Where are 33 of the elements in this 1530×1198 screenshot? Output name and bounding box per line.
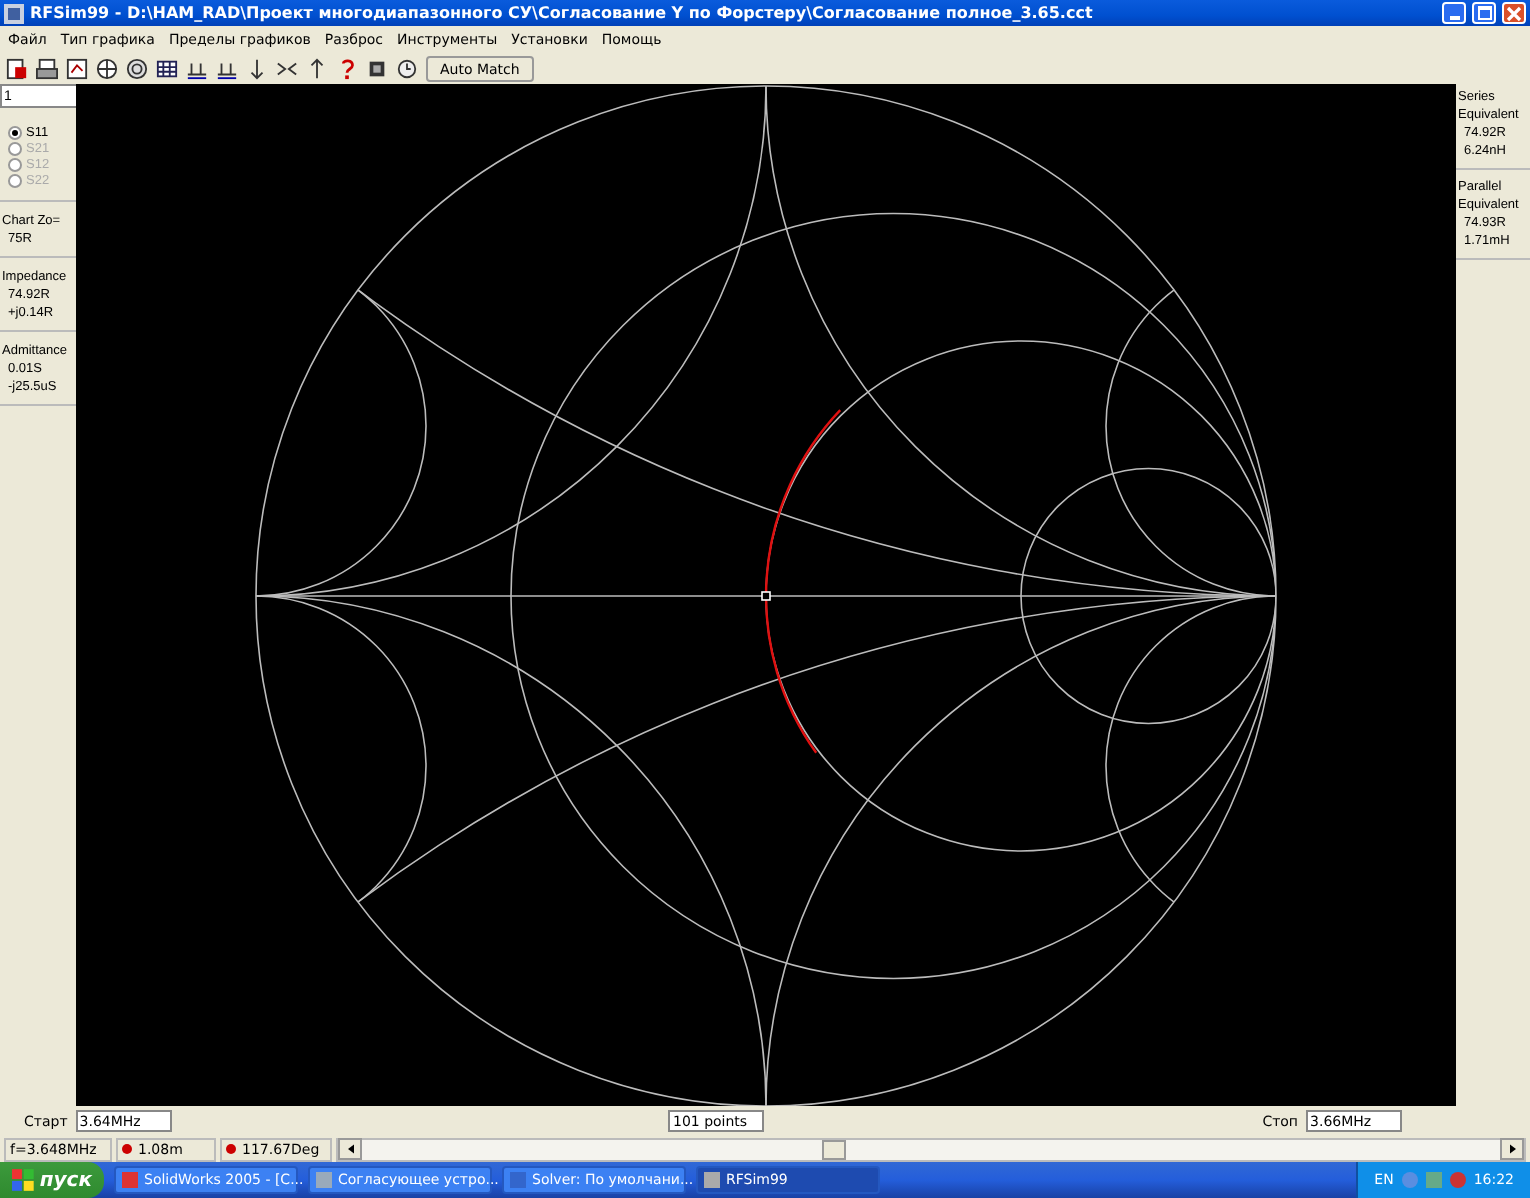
printer-icon[interactable]	[36, 58, 58, 80]
crosshair-icon[interactable]	[96, 58, 118, 80]
app-icon	[4, 3, 24, 23]
windows-logo-icon	[12, 1168, 34, 1192]
app-icon	[510, 1172, 526, 1188]
down-arrow-icon[interactable]	[246, 58, 268, 80]
maximize-button[interactable]	[1472, 2, 1496, 24]
radio-button[interactable]	[8, 126, 22, 140]
left-arrow-icon	[347, 1144, 353, 1154]
file-icon[interactable]	[6, 58, 28, 80]
app-icon	[122, 1172, 138, 1188]
grid-circle-icon[interactable]	[126, 58, 148, 80]
table-icon[interactable]	[156, 58, 178, 80]
up-arrow-icon[interactable]	[306, 58, 328, 80]
close-button[interactable]	[1502, 2, 1526, 24]
chart-icon[interactable]	[66, 58, 88, 80]
scale-icon[interactable]	[186, 58, 208, 80]
scroll-thumb[interactable]	[822, 1140, 846, 1160]
window-title: RFSim99 - D:\HAM_RAD\Проект многодиапазонного СУ\Согласование Y по Форстеру\Согласование полное_3.65.cct	[30, 4, 1095, 22]
app-icon	[704, 1172, 720, 1188]
app-icon	[316, 1172, 332, 1188]
narrow-icon[interactable]	[276, 58, 298, 80]
scale-icon[interactable]	[216, 58, 238, 80]
marker-point	[761, 591, 771, 601]
status-dot-icon	[122, 1144, 132, 1154]
help-icon[interactable]	[336, 58, 358, 80]
right-arrow-icon	[1509, 1144, 1515, 1154]
start-button[interactable]: пуск	[0, 1162, 104, 1198]
status-dot-icon	[226, 1144, 236, 1154]
scroll-right-button[interactable]	[1500, 1138, 1524, 1160]
horizontal-scrollbar[interactable]	[336, 1137, 1526, 1161]
minimize-button[interactable]	[1442, 2, 1466, 24]
scroll-left-button[interactable]	[338, 1138, 362, 1160]
